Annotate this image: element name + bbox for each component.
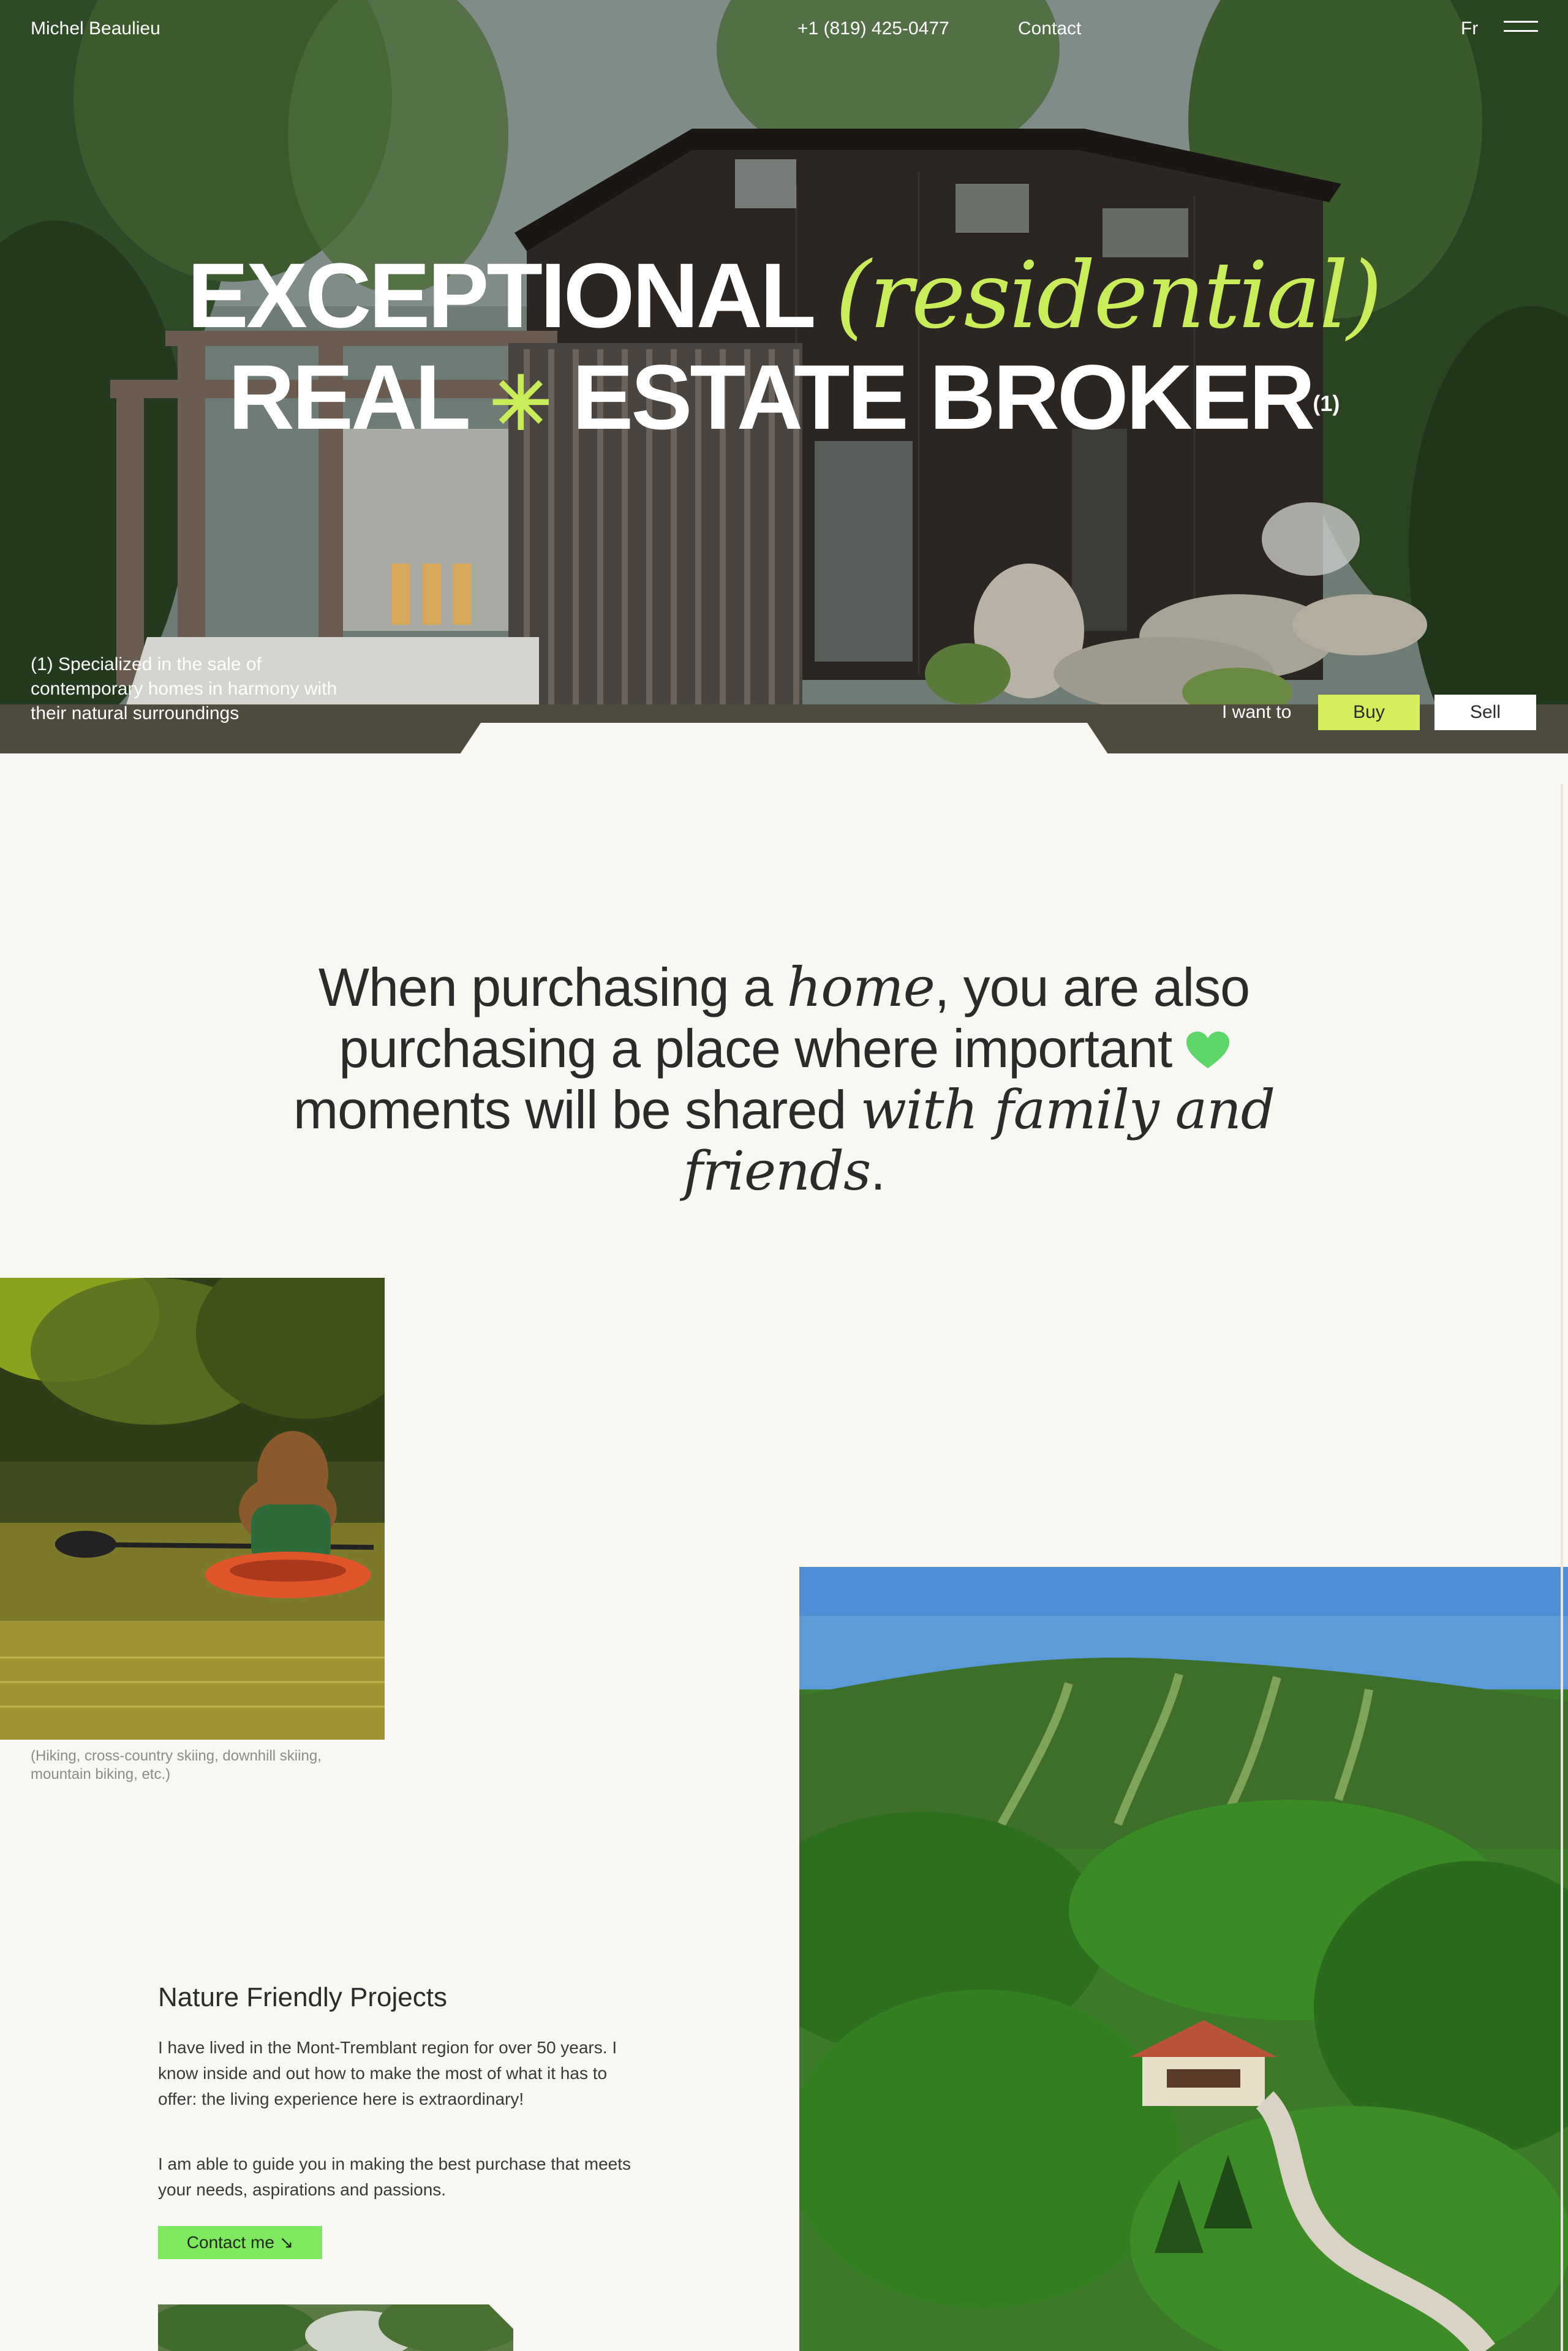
asterisk-star-icon: ✳ [489,363,552,445]
headline-accent-residential: (residential) [835,243,1383,349]
intro-statement: When purchasing a home, you are also pur… [257,957,1311,1202]
nature-paragraph-1: I have lived in the Mont-Tremblant regio… [158,2038,617,2108]
sell-button[interactable]: Sell [1434,695,1536,730]
kayak-photo [0,1278,385,1740]
top-navigation: Michel Beaulieu +1 (819) 425-0477 Contac… [0,0,1568,61]
headline-word-estate-broker: ESTATE BROKER [572,345,1315,448]
hero-bottom-notch [456,723,1112,753]
hero-footnote: (1) Specialized in the sale of contempor… [31,654,337,723]
headline-word-exceptional: EXCEPTIONAL [187,244,815,347]
hero-headline: EXCEPTIONAL (residential) REAL ✳ ESTATE … [0,245,1568,455]
headline-line-1: EXCEPTIONAL (residential) [0,245,1568,347]
mountain-aerial-photo [799,1567,1568,2351]
contact-nav-link[interactable]: Contact [1018,18,1081,39]
headline-word-real: REAL [228,345,470,448]
intro-text-4: . [870,1141,885,1201]
want-to-label: I want to [1222,702,1292,722]
intro-text-3: moments will be shared [293,1079,861,1140]
nature-section-title: Nature Friendly Projects [158,1982,447,2012]
language-toggle[interactable]: Fr [1461,18,1478,39]
contact-me-button[interactable]: Contact me ↘ [158,2226,322,2259]
project-thumbnail[interactable] [158,2304,513,2351]
hero-section: Michel Beaulieu +1 (819) 425-0477 Contac… [0,0,1568,753]
nature-paragraph-2: I am able to guide you in making the bes… [158,2154,631,2199]
headline-footnote-marker: (1) [1313,391,1340,416]
scrollbar-track[interactable] [1561,784,1563,2351]
phone-link[interactable]: +1 (819) 425-0477 [797,18,949,39]
activities-caption: (Hiking, cross-country skiing, downhill … [31,1748,322,1783]
heart-icon [1186,1032,1229,1068]
headline-line-2: REAL ✳ ESTATE BROKER(1) [0,347,1568,455]
intro-text-home: home [786,956,935,1019]
hamburger-menu-icon[interactable] [1504,21,1538,39]
intro-text-1: When purchasing a [318,957,787,1017]
brand-name[interactable]: Michel Beaulieu [31,18,160,39]
buy-button[interactable]: Buy [1318,695,1420,730]
